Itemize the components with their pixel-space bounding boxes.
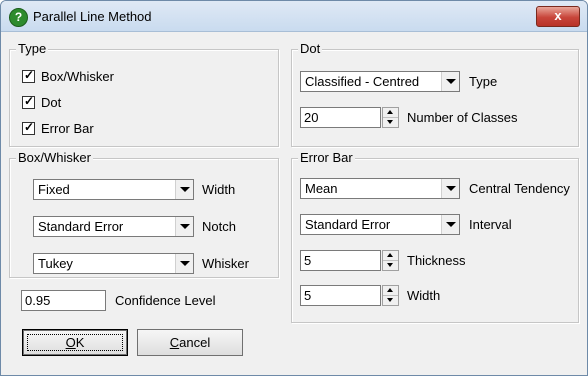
notch-label: Notch — [202, 219, 236, 234]
dot-type-label: Type — [469, 74, 498, 89]
check-mark-icon: ✓ — [24, 93, 35, 108]
dot-checkbox[interactable]: ✓ Dot — [22, 93, 61, 111]
chevron-down-icon[interactable] — [441, 179, 459, 198]
dot-label: Dot — [41, 94, 62, 110]
spin-down-icon[interactable] — [383, 296, 398, 305]
thickness-input[interactable]: 5 — [300, 250, 399, 271]
spin-up-icon[interactable] — [383, 108, 398, 118]
cancel-button[interactable]: Cancel — [137, 329, 243, 356]
checkbox-box[interactable]: ✓ — [22, 93, 35, 109]
chevron-down-icon[interactable] — [175, 217, 193, 236]
check-mark-icon: ✓ — [24, 119, 35, 134]
dialog-content: Type ✓ Box/Whisker ✓ Dot ✓ Error Bar Dot… — [1, 32, 587, 375]
dialog-window: ? Parallel Line Method x Type ✓ Box/Whis… — [0, 0, 588, 376]
central-tendency-value: Mean — [305, 181, 338, 196]
box-whisker-checkbox[interactable]: ✓ Box/Whisker — [22, 67, 114, 85]
whisker-value: Tukey — [38, 256, 73, 271]
dot-group: Dot — [291, 41, 579, 147]
error-bar-checkbox[interactable]: ✓ Error Bar — [22, 119, 94, 137]
dot-type-select[interactable]: Classified - Centred — [300, 71, 460, 92]
box-whisker-group-title: Box/Whisker — [16, 150, 93, 166]
notch-value: Standard Error — [38, 219, 124, 234]
cancel-label-rest: ancel — [179, 335, 211, 350]
interval-label: Interval — [469, 217, 512, 232]
spin-up-icon[interactable] — [383, 286, 398, 296]
dot-group-title: Dot — [298, 41, 323, 57]
ok-button[interactable]: OK — [22, 329, 128, 356]
focus-rectangle — [27, 334, 123, 351]
number-of-classes-label: Number of Classes — [407, 110, 518, 125]
interval-select[interactable]: Standard Error — [300, 214, 460, 235]
error-width-input[interactable]: 5 — [300, 285, 399, 306]
help-icon: ? — [9, 8, 28, 27]
box-whisker-label: Box/Whisker — [41, 68, 114, 84]
confidence-level-label: Confidence Level — [115, 293, 216, 308]
number-of-classes-value: 20 — [304, 110, 319, 125]
checkbox-box[interactable]: ✓ — [22, 67, 35, 83]
chevron-down-icon[interactable] — [175, 180, 193, 199]
checkbox-box[interactable]: ✓ — [22, 119, 35, 135]
thickness-spinner[interactable] — [382, 250, 399, 271]
chevron-down-icon[interactable] — [441, 215, 459, 234]
chevron-down-icon[interactable] — [441, 72, 459, 91]
error-width-label: Width — [407, 288, 441, 303]
type-group-title: Type — [16, 41, 49, 57]
confidence-level-input[interactable]: 0.95 — [21, 290, 106, 311]
number-of-classes-spinner[interactable] — [382, 107, 399, 128]
dot-type-value: Classified - Centred — [305, 74, 420, 89]
central-tendency-label: Central Tendency — [469, 181, 570, 196]
title-bar[interactable]: ? Parallel Line Method x — [1, 1, 587, 32]
whisker-select[interactable]: Tukey — [33, 253, 194, 274]
notch-select[interactable]: Standard Error — [33, 216, 194, 237]
window-title: Parallel Line Method — [33, 9, 152, 24]
cancel-mnemonic: C — [169, 335, 180, 350]
chevron-down-icon[interactable] — [175, 254, 193, 273]
width-label: Width — [202, 182, 236, 197]
thickness-label: Thickness — [407, 253, 466, 268]
whisker-label: Whisker — [202, 256, 249, 271]
confidence-level-value: 0.95 — [25, 293, 51, 308]
check-mark-icon: ✓ — [24, 67, 35, 82]
thickness-value: 5 — [304, 253, 312, 268]
spin-up-icon[interactable] — [383, 251, 398, 261]
error-width-spinner[interactable] — [382, 285, 399, 306]
central-tendency-select[interactable]: Mean — [300, 178, 460, 199]
error-bar-group-title: Error Bar — [298, 150, 355, 166]
error-bar-label: Error Bar — [41, 120, 94, 136]
error-width-value: 5 — [304, 288, 312, 303]
number-of-classes-input[interactable]: 20 — [300, 107, 399, 128]
width-value: Fixed — [38, 182, 70, 197]
interval-value: Standard Error — [305, 217, 391, 232]
spin-down-icon[interactable] — [383, 261, 398, 270]
spin-down-icon[interactable] — [383, 118, 398, 127]
width-select[interactable]: Fixed — [33, 179, 194, 200]
close-button[interactable]: x — [536, 6, 580, 27]
